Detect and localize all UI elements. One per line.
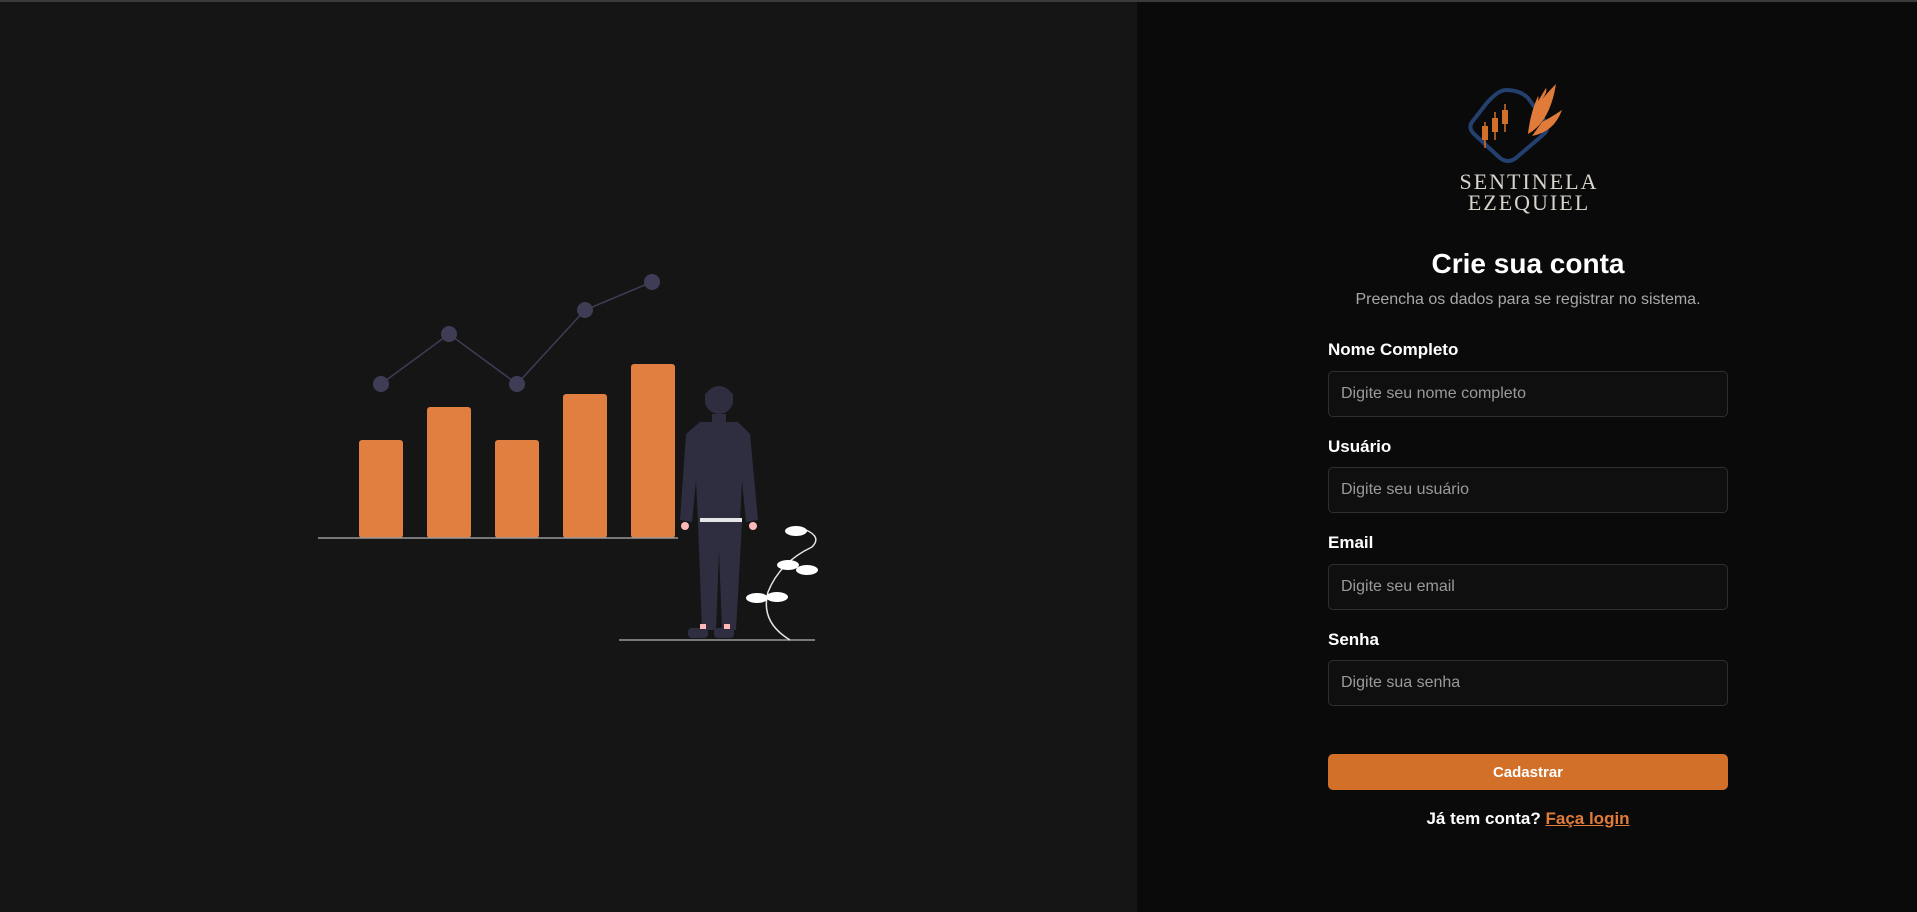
username-label: Usuário	[1328, 437, 1392, 456]
login-prompt-text: Já tem conta?	[1426, 809, 1541, 828]
password-label: Senha	[1328, 630, 1380, 649]
illustration-bar	[631, 364, 675, 538]
username-input[interactable]	[1328, 467, 1728, 513]
login-prompt-line: Já tem conta? Faça login	[1328, 808, 1728, 830]
login-link[interactable]: Faça login	[1545, 809, 1629, 828]
logo-emblem-icon	[1468, 84, 1562, 163]
full-name-input[interactable]	[1328, 371, 1728, 417]
trend-line	[380, 281, 653, 386]
illustration-bar	[563, 394, 607, 538]
illustration-bar	[495, 440, 539, 538]
trend-point	[577, 302, 593, 318]
email-label: Email	[1328, 533, 1374, 552]
chart-growth-person-illustration	[318, 274, 818, 641]
trend-point	[373, 376, 389, 392]
brand-name-line2: EZEQUIEL	[1467, 190, 1591, 215]
illustration-panel	[0, 2, 1137, 912]
full-name-label: Nome Completo	[1328, 340, 1459, 359]
trend-point	[441, 326, 457, 342]
trend-point	[509, 376, 525, 392]
illustration-bar	[359, 440, 403, 538]
email-input[interactable]	[1328, 564, 1728, 610]
register-button[interactable]: Cadastrar	[1328, 754, 1728, 790]
page-subtitle: Preencha os dados para se registrar no s…	[1355, 291, 1701, 308]
trend-point	[644, 274, 660, 290]
person-figure	[680, 386, 758, 638]
page-title: Crie sua conta	[1431, 248, 1625, 279]
illustration-bar	[427, 407, 471, 538]
password-input[interactable]	[1328, 660, 1728, 706]
plant-decoration	[746, 526, 818, 641]
